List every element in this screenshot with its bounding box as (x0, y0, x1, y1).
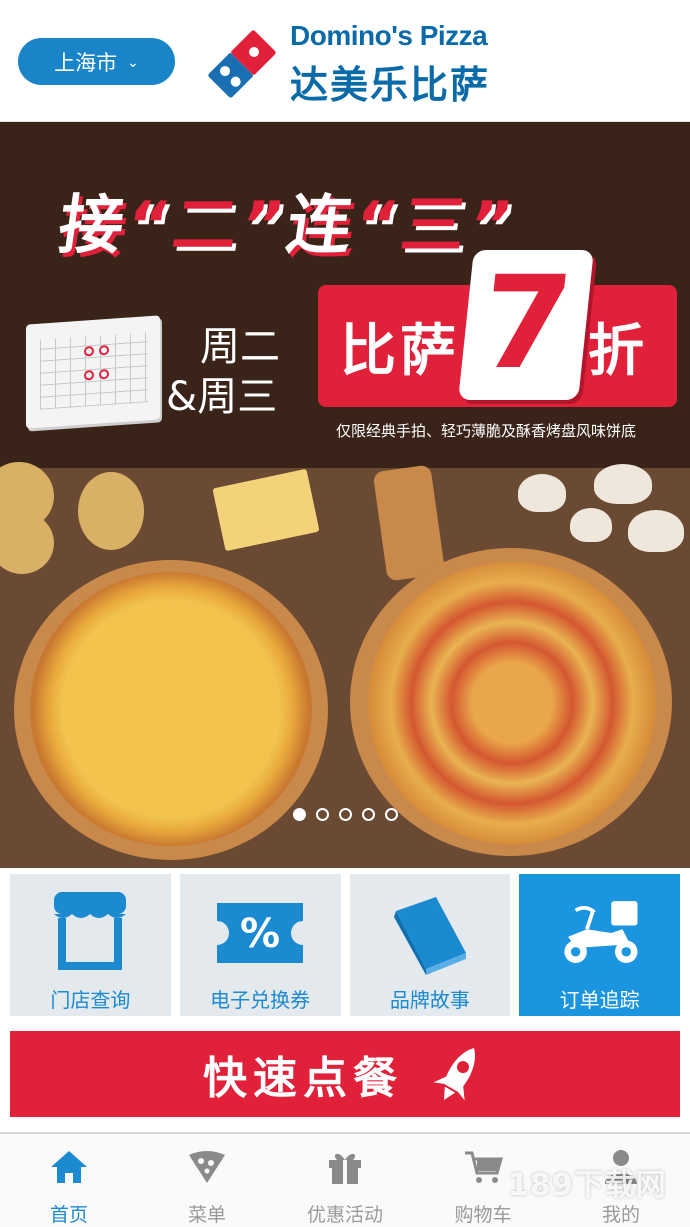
svg-text:%: % (240, 911, 280, 957)
carousel-indicators[interactable] (0, 808, 690, 821)
nav-label: 我的 (601, 1204, 640, 1226)
delivery-scooter-icon (555, 888, 645, 978)
nav-item-home[interactable]: 首页 (0, 1134, 138, 1227)
discount-number: 7 (458, 249, 594, 400)
tile-label: 品牌故事 (389, 988, 470, 1012)
carousel-dot[interactable] (338, 808, 352, 821)
tile-label: 电子兑换券 (210, 988, 311, 1012)
discount-unit: 折 (588, 319, 644, 384)
tile-label: 门店查询 (50, 988, 131, 1012)
home-icon (48, 1146, 90, 1188)
nav-item-menu[interactable]: 菜单 (138, 1134, 276, 1227)
gift-icon (324, 1146, 366, 1188)
pizza-slice-icon (186, 1146, 228, 1188)
brand-name-english: Domino's Pizza (290, 20, 488, 51)
brand-name-chinese: 达美乐比萨 (290, 63, 491, 107)
city-label: 上海市 (54, 50, 118, 75)
promo-days: 周二 &周三 (166, 324, 280, 420)
promo-banner-top: 接“二”连“三” 周二 &周三 比萨 7 折 仅限经典手拍、轻巧薄脆及酥香烤盘风… (0, 122, 690, 468)
calendar-illustration (26, 315, 160, 429)
app-header: 上海市 ⌄ Domino's Pizza 达美乐比萨 (0, 0, 690, 122)
carousel-dot[interactable] (292, 808, 306, 821)
tile-brand-story[interactable]: 品牌故事 (349, 874, 511, 1016)
carousel-dot[interactable] (361, 808, 375, 821)
tile-e-coupon[interactable]: % 电子兑换券 (179, 874, 341, 1016)
nav-item-promotions[interactable]: 优惠活动 (276, 1134, 414, 1227)
tile-order-tracking[interactable]: 订单追踪 (519, 874, 680, 1016)
coupon-icon: % (215, 888, 305, 978)
promo-headline: 接“二”连“三” (53, 189, 521, 263)
discount-label: 比萨 (340, 319, 460, 384)
nav-label: 首页 (49, 1204, 88, 1226)
quick-order-label: 快速点餐 (203, 1053, 403, 1104)
nav-label: 优惠活动 (306, 1204, 383, 1226)
promo-banner-carousel[interactable]: 接“二”连“三” 周二 &周三 比萨 7 折 仅限经典手拍、轻巧薄脆及酥香烤盘风… (0, 122, 690, 868)
quick-nav-tiles: 门店查询 % 电子兑换券 品牌故事 订单追踪 (10, 874, 680, 1016)
chevron-down-icon: ⌄ (127, 54, 139, 71)
quick-order-button[interactable]: 快速点餐 (10, 1031, 680, 1117)
nav-label: 菜单 (187, 1204, 226, 1226)
dominos-logo-icon (205, 27, 279, 101)
promo-fine-print: 仅限经典手拍、轻巧薄脆及酥香烤盘风味饼底 (336, 422, 637, 440)
rocket-icon (433, 1048, 475, 1101)
site-watermark: 189下载网 (508, 1168, 667, 1203)
store-icon (45, 888, 135, 978)
cart-icon (462, 1146, 504, 1188)
city-selector-button[interactable]: 上海市 ⌄ (18, 38, 175, 85)
carousel-dot[interactable] (315, 808, 329, 821)
book-icon (385, 888, 475, 978)
nav-label: 购物车 (454, 1204, 512, 1226)
tile-store-locator[interactable]: 门店查询 (10, 874, 171, 1016)
carousel-dot[interactable] (384, 808, 398, 821)
tile-label: 订单追踪 (559, 988, 640, 1012)
